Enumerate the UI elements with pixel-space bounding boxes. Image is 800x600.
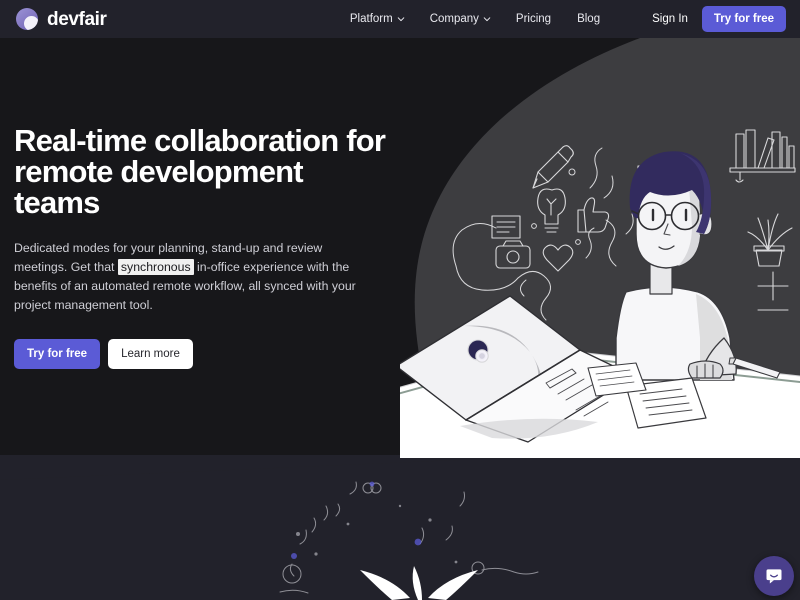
nav-item-company[interactable]: Company (429, 13, 491, 25)
developer-at-desk-illustration (400, 129, 800, 458)
nav-item-platform-label: Platform (349, 13, 393, 25)
person-with-glasses (615, 151, 737, 381)
devfair-crescent-logo-icon (16, 8, 38, 30)
plant-icon (747, 213, 793, 267)
hero-learn-more-button[interactable]: Learn more (108, 339, 193, 370)
squiggle-doodles (452, 147, 634, 321)
wall-cross-decor (757, 271, 789, 311)
wing-shapes (360, 566, 478, 600)
document-doodle-icon (491, 215, 521, 239)
nav-item-company-label: Company (429, 13, 479, 25)
thumbs-up-doodle-icon (577, 197, 610, 233)
page-title: Real-time collaboration for remote devel… (14, 123, 386, 220)
nav-item-blog-label: Blog (577, 13, 601, 25)
navbar-try-for-free-button[interactable]: Try for free (701, 6, 786, 32)
chevron-down-icon (483, 15, 491, 22)
lightbulb-doodle-icon (537, 188, 566, 233)
hero-copy-block: Real-time collaboration for remote devel… (14, 123, 389, 370)
nav-actions: Sign In Try for free (652, 6, 786, 32)
nav-item-blog[interactable]: Blog (577, 13, 600, 25)
sign-in-link[interactable]: Sign In (652, 13, 688, 25)
chat-widget-button[interactable] (754, 556, 794, 596)
bookshelf-icon (729, 129, 796, 183)
chevron-down-icon (397, 15, 404, 22)
hero-try-for-free-button[interactable]: Try for free (14, 339, 101, 370)
pencil-doodle-icon (532, 145, 574, 189)
hero-subcopy-highlight: synchronous (117, 259, 194, 276)
primary-nav-links: Platform Company Pricing Blog (350, 13, 600, 25)
nav-item-platform[interactable]: Platform (350, 13, 404, 25)
chat-bubble-icon (766, 569, 782, 584)
hero-button-group: Try for free Learn more (14, 339, 389, 370)
camera-doodle-icon (495, 240, 531, 269)
heart-doodle-icon (542, 244, 574, 272)
sparkle-wings-decoration (279, 481, 539, 600)
landing-page: devfair Platform Company Pricing Blog Si… (0, 0, 800, 600)
top-navigation-bar: devfair Platform Company Pricing Blog Si… (0, 0, 800, 38)
brand-logo-link[interactable]: devfair (16, 8, 107, 30)
brand-name: devfair (47, 8, 107, 30)
nav-item-pricing[interactable]: Pricing (516, 13, 551, 25)
hero-subcopy: Dedicated modes for your planning, stand… (14, 239, 372, 315)
nav-item-pricing-label: Pricing (515, 13, 552, 25)
